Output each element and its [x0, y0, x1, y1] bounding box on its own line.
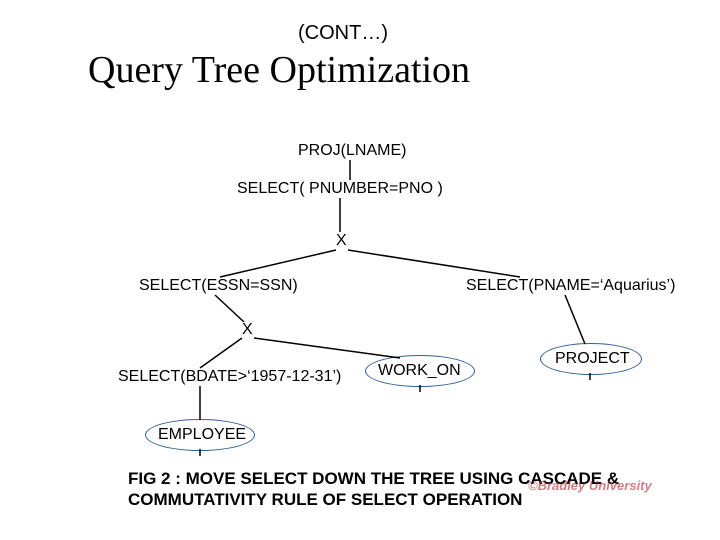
node-proj: PROJ(LNAME) [298, 142, 406, 160]
node-select-essn: SELECT(ESSN=SSN) [139, 277, 298, 295]
bubble-project [540, 343, 642, 375]
bubble-employee [145, 419, 255, 451]
bubble-work-on [365, 355, 475, 387]
node-join-1: X [336, 232, 347, 250]
node-select-bdate: SELECT(BDATE>‘1957-12-31’) [118, 368, 341, 386]
footer-copyright: ©Bradley University [528, 478, 652, 493]
node-select-pname: SELECT(PNAME=‘Aquarius’) [466, 277, 675, 295]
slide-stage: (CONT…) Query Tree Optimization PROJ(LNA… [0, 0, 720, 540]
header-cont: (CONT…) [298, 22, 388, 45]
node-join-2: X [242, 321, 253, 339]
node-select-pnumber: SELECT( PNUMBER=PNO ) [237, 180, 443, 198]
page-title: Query Tree Optimization [88, 48, 470, 92]
